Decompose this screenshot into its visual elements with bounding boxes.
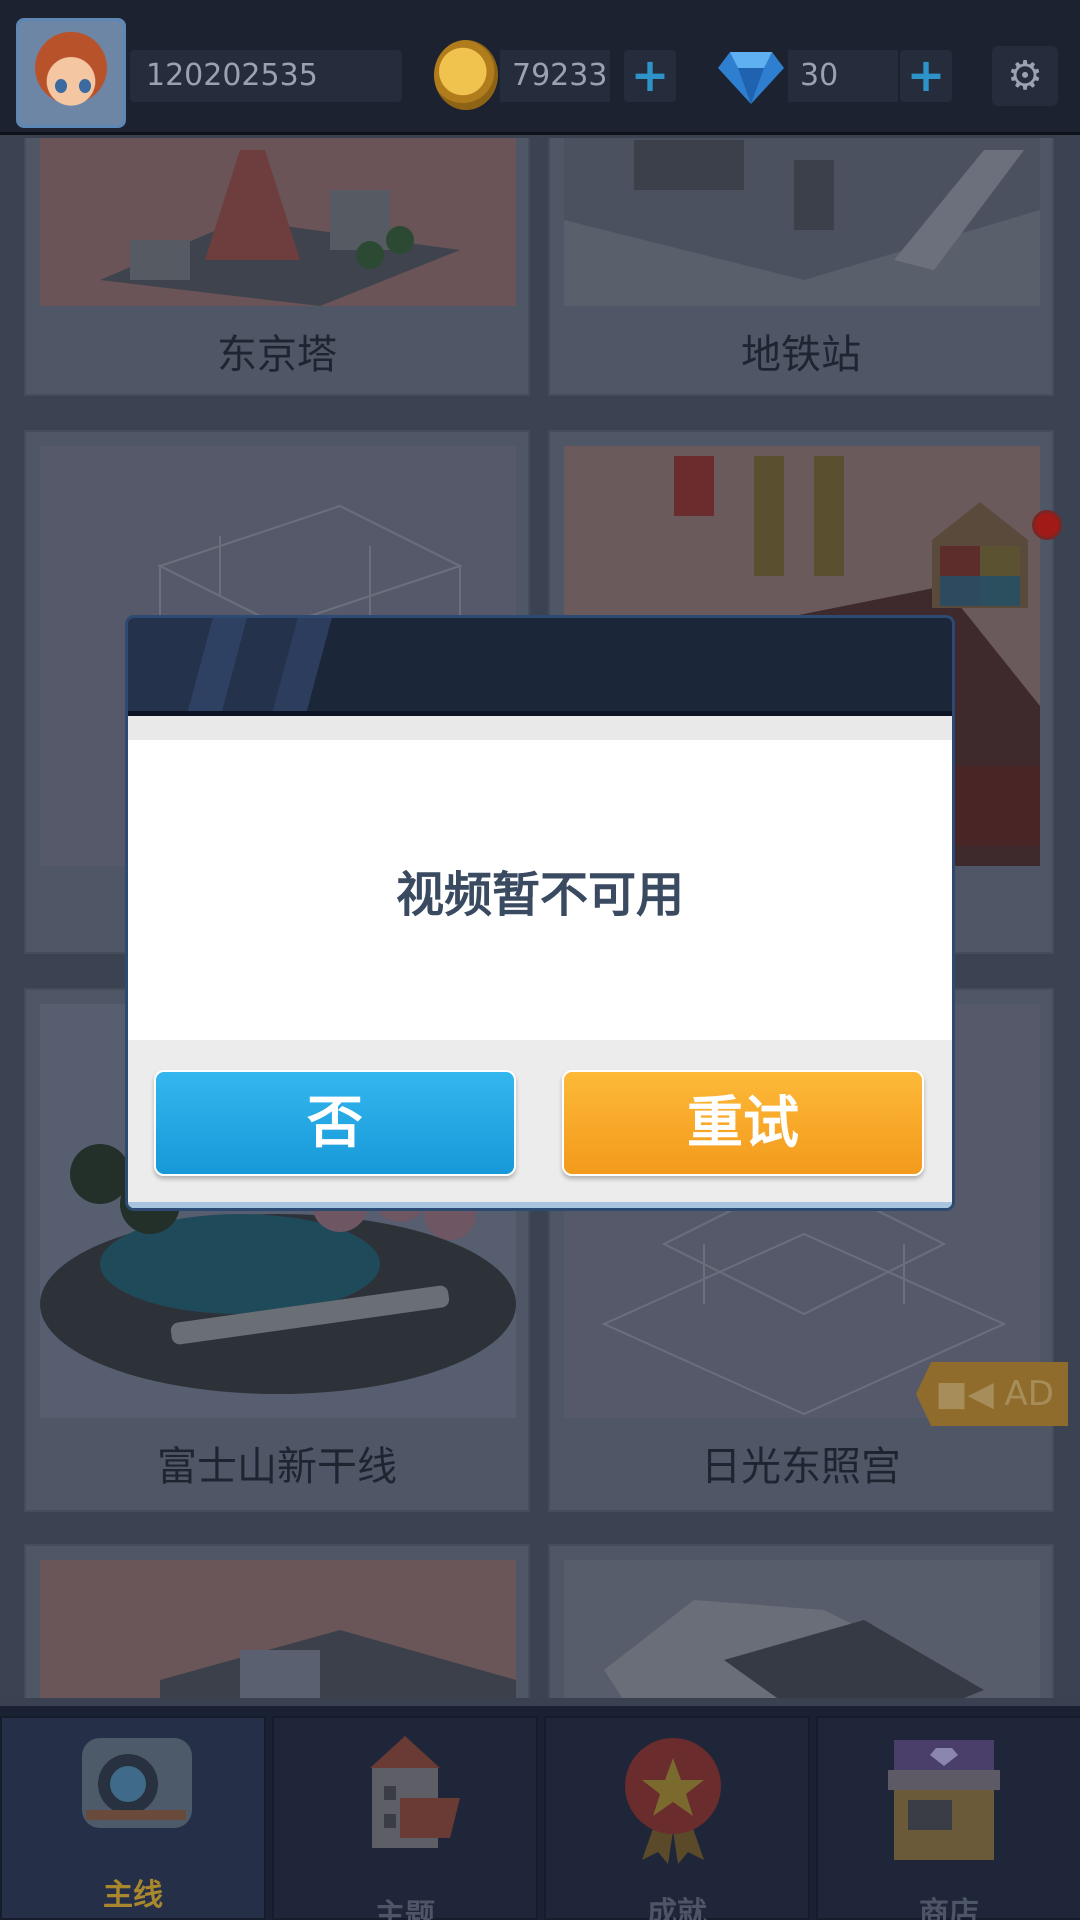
- settings-button[interactable]: ⚙: [992, 46, 1058, 106]
- tokyo-tower-illustration: [100, 150, 460, 306]
- avatar-eye: [79, 79, 91, 93]
- level-card[interactable]: [24, 1544, 530, 1698]
- coin-count: 79233: [500, 50, 610, 102]
- video-unavailable-dialog: 视频暂不可用 否 重试: [128, 618, 952, 1208]
- level-card[interactable]: 东京塔: [24, 138, 530, 396]
- dialog-body: 视频暂不可用: [128, 740, 952, 1040]
- building-illustration: [160, 1630, 516, 1698]
- dialog-header: [128, 618, 952, 716]
- gear-icon: ⚙: [1007, 53, 1043, 99]
- tab-main-line[interactable]: 主线: [0, 1716, 266, 1920]
- puzzle-icon[interactable]: [928, 498, 1032, 616]
- level-image: [40, 138, 516, 306]
- tab-theme[interactable]: 主题: [272, 1716, 538, 1920]
- medal-icon: [625, 1738, 721, 1864]
- bottom-nav: 主线 主题 成就 商店: [0, 1706, 1080, 1920]
- dialog-divider: [128, 716, 952, 740]
- subway-station-illustration: [564, 138, 1040, 280]
- retry-button[interactable]: 重试: [562, 1070, 924, 1176]
- level-image: [40, 1560, 516, 1698]
- no-button[interactable]: 否: [154, 1070, 516, 1176]
- camera-icon: [82, 1738, 192, 1828]
- add-gems-button[interactable]: +: [900, 50, 952, 102]
- add-coins-button[interactable]: +: [624, 50, 676, 102]
- tab-achievements[interactable]: 成就: [544, 1716, 810, 1920]
- ad-badge: ■◀ AD: [916, 1362, 1068, 1426]
- gem-count: 30: [788, 50, 898, 102]
- level-card[interactable]: 地铁站: [548, 138, 1054, 396]
- notification-dot: [1032, 510, 1062, 540]
- user-id: 120202535: [130, 50, 402, 102]
- diamond-icon: [718, 52, 784, 104]
- ad-label: AD: [1004, 1374, 1054, 1414]
- level-card[interactable]: [548, 1544, 1054, 1698]
- tab-shop[interactable]: 商店: [816, 1716, 1080, 1920]
- snow-building-illustration: [604, 1600, 984, 1698]
- tab-label: 主题: [375, 1898, 435, 1920]
- top-bar: 120202535 79233 + 30 + ⚙: [0, 0, 1080, 135]
- avatar-eye: [55, 79, 67, 93]
- dialog-footer: 否 重试: [128, 1040, 952, 1208]
- dialog-message: 视频暂不可用: [395, 867, 684, 923]
- shop-icon: [888, 1740, 1000, 1860]
- level-title: 日光东照宫: [701, 1444, 901, 1490]
- tab-label: 成就: [647, 1896, 707, 1920]
- tab-label: 主线: [103, 1878, 163, 1913]
- level-title: 东京塔: [217, 332, 337, 378]
- avatar[interactable]: [16, 18, 126, 128]
- level-title: 地铁站: [741, 332, 861, 378]
- level-image: [564, 138, 1040, 306]
- level-title: 富士山新干线: [157, 1444, 397, 1490]
- coin-icon: [434, 40, 498, 110]
- level-image: [564, 1560, 1040, 1698]
- house-icon: [370, 1736, 460, 1848]
- video-camera-icon: ■◀: [935, 1374, 1005, 1414]
- tab-label: 商店: [919, 1896, 979, 1920]
